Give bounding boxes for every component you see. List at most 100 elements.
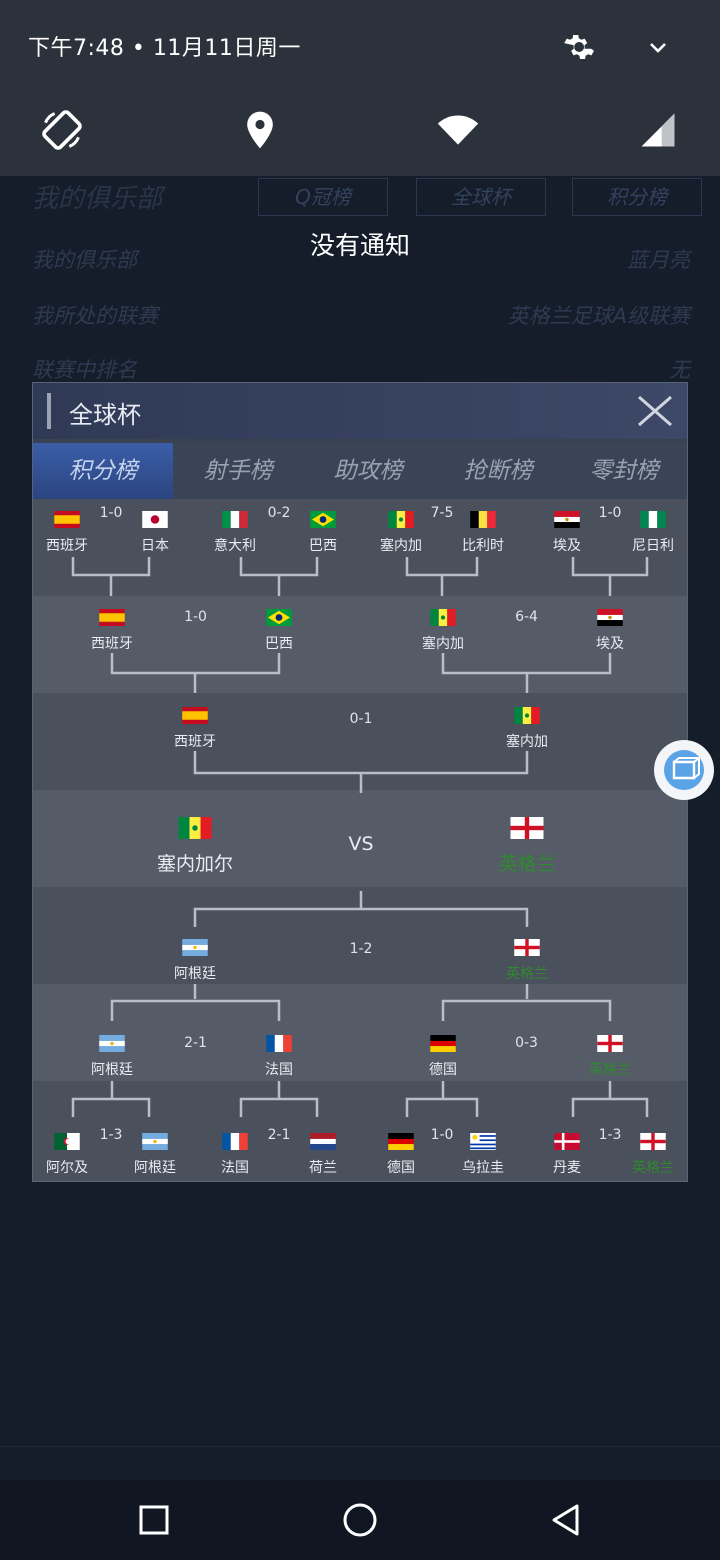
match-score: 0-2 — [267, 505, 291, 521]
bg-tab-2: 全球杯 — [416, 178, 546, 216]
match-score: 2-1 — [267, 1127, 291, 1143]
england-flag-icon — [597, 1035, 623, 1052]
england-flag-icon — [510, 817, 544, 839]
uruguay-flag-icon — [470, 1133, 496, 1150]
bracket-connector — [239, 557, 319, 577]
team-name: 乌拉圭 — [462, 1160, 504, 1176]
spain-flag-icon — [54, 511, 80, 528]
team-name: 埃及 — [596, 636, 624, 652]
england-flag-icon — [514, 939, 540, 956]
germany-flag-icon — [388, 1133, 414, 1150]
team-name: 塞内加尔 — [156, 853, 233, 875]
bracket-connector — [441, 653, 612, 675]
bg-title: 我的俱乐部 — [32, 184, 163, 214]
home-button[interactable] — [338, 1498, 382, 1542]
bracket-connector — [571, 1097, 649, 1117]
match-score: 0-3 — [515, 1035, 538, 1051]
team-name: 日本 — [141, 538, 169, 554]
team-name: 尼日利 — [632, 538, 674, 554]
close-icon[interactable] — [635, 391, 675, 431]
team-name: 阿尔及 — [46, 1160, 88, 1176]
recents-button[interactable] — [132, 1498, 176, 1542]
floating-assist-button[interactable] — [654, 740, 714, 800]
bg-tab-1: Q冠榜 — [258, 178, 388, 216]
spain-flag-icon — [182, 707, 208, 724]
team-name: 英格兰 — [632, 1160, 674, 1176]
senegal-flag-icon — [430, 609, 456, 626]
team-name: 英格兰 — [498, 853, 556, 875]
team-name: 埃及 — [553, 538, 581, 554]
germany-flag-icon — [430, 1035, 456, 1052]
no-notifications-text: 没有通知 — [309, 231, 410, 260]
senegal-flag-icon — [514, 707, 540, 724]
signal-icon[interactable] — [636, 108, 680, 152]
team-name: 荷兰 — [309, 1160, 337, 1176]
back-button[interactable] — [544, 1498, 588, 1542]
bg-row-value: 无 — [669, 358, 690, 382]
argentina-flag-icon — [99, 1035, 125, 1052]
bracket-connector — [110, 653, 281, 675]
france-flag-icon — [266, 1035, 292, 1052]
argentina-flag-icon — [142, 1133, 168, 1150]
match-score: 1-0 — [598, 505, 622, 521]
team-name: 西班牙 — [91, 636, 133, 652]
panel-title: 全球杯 — [69, 401, 141, 429]
team-name: 塞内加 — [506, 734, 548, 750]
team-name: 阿根廷 — [174, 966, 216, 982]
team-name: 法国 — [221, 1160, 249, 1176]
team-name: 西班牙 — [46, 538, 88, 554]
status-bar: 下午7:48 • 11月11日周一 — [0, 0, 720, 176]
bracket-connector — [441, 999, 612, 1021]
bg-row-label: 我所处的联赛 — [32, 304, 158, 328]
match-score: 1-0 — [430, 1127, 454, 1143]
spain-flag-icon — [99, 609, 125, 626]
match-score: 1-0 — [99, 505, 123, 521]
bg-tab-3: 积分榜 — [572, 178, 702, 216]
tab-assists[interactable]: 助攻榜 — [303, 443, 433, 499]
bracket-connector — [71, 1097, 151, 1117]
auto-rotate-icon[interactable] — [40, 108, 84, 152]
team-name: 塞内加 — [422, 636, 464, 652]
senegal-flag-icon — [178, 817, 212, 839]
ranking-tabs: 积分榜 射手榜 助攻榜 抢断榜 零封榜 — [33, 443, 687, 499]
team-name: 西班牙 — [174, 734, 216, 750]
time-date: 下午7:48 • 11月11日周一 — [28, 36, 301, 61]
team-name: 法国 — [265, 1062, 293, 1078]
italy-flag-icon — [222, 511, 248, 528]
location-icon[interactable] — [238, 108, 282, 152]
cube-icon — [664, 750, 704, 790]
argentina-flag-icon — [182, 939, 208, 956]
chevron-down-icon[interactable] — [644, 36, 672, 60]
tournament-bracket: 1-0 西班牙 日本 0-2 意大利 巴西 7-5 塞内加 比利时 1-0 埃及 尼日利 1-0 西班牙巴… — [33, 499, 687, 1181]
tab-standings[interactable]: 积分榜 — [33, 443, 173, 499]
team-name: 英格兰 — [589, 1062, 631, 1078]
bg-row-value: 英格兰足球A级联赛 — [507, 304, 690, 328]
team-name: 英格兰 — [506, 966, 548, 982]
match-score: 0-1 — [349, 711, 373, 727]
tab-tackles[interactable]: 抢断榜 — [433, 443, 563, 499]
brazil-flag-icon — [310, 511, 336, 528]
team-name: 阿根廷 — [91, 1062, 133, 1078]
wifi-icon[interactable] — [436, 108, 480, 152]
bracket-connector — [193, 907, 529, 927]
versus-label: VS — [348, 833, 374, 855]
egypt-flag-icon — [597, 609, 623, 626]
global-cup-panel: 全球杯 积分榜 射手榜 助攻榜 抢断榜 零封榜 1-0 西班牙 日本 0-2 意大利 巴西… — [32, 382, 688, 1182]
bracket-connector — [193, 751, 529, 775]
team-name: 塞内加 — [380, 538, 422, 554]
bg-row-label: 联赛中排名 — [32, 358, 137, 382]
netherlands-flag-icon — [310, 1133, 336, 1150]
france-flag-icon — [222, 1133, 248, 1150]
tab-clean-sheets[interactable]: 零封榜 — [559, 443, 687, 499]
bracket-connector — [71, 557, 151, 577]
team-name: 巴西 — [309, 538, 337, 554]
egypt-flag-icon — [554, 511, 580, 528]
belgium-flag-icon — [470, 511, 496, 528]
match-score: 1-0 — [184, 609, 207, 625]
england-flag-icon — [640, 1133, 666, 1150]
tab-scorers[interactable]: 射手榜 — [173, 443, 303, 499]
system-nav-bar — [0, 1480, 720, 1560]
panel-header: 全球杯 — [33, 383, 687, 439]
match-score: 1-3 — [99, 1127, 123, 1143]
gear-icon[interactable] — [560, 30, 594, 64]
